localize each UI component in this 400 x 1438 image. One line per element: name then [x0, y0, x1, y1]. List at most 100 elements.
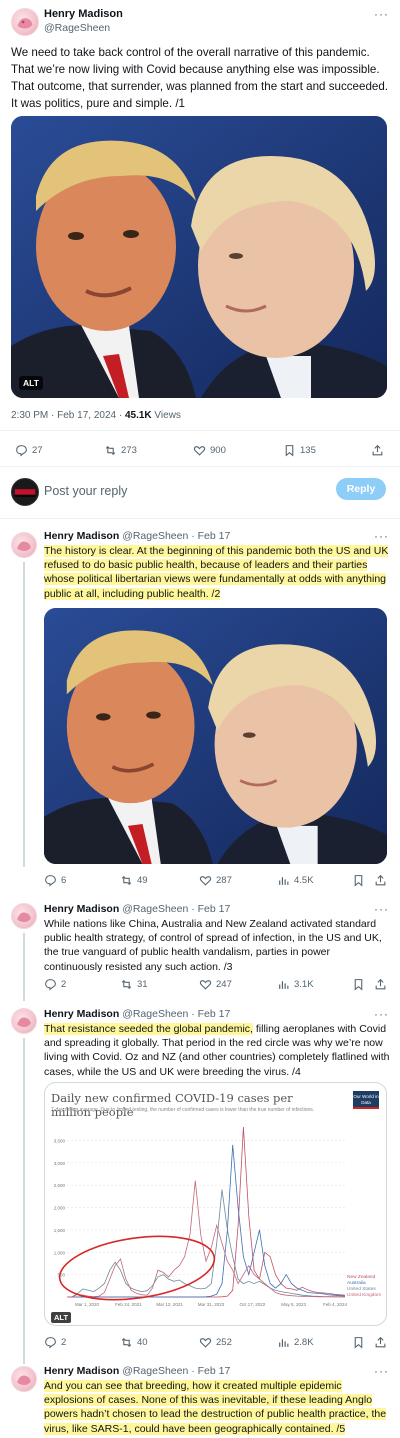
retweet-action[interactable]: 31 — [120, 978, 148, 991]
share-icon — [372, 444, 383, 456]
views-label: Views — [151, 410, 181, 421]
bookmark-action[interactable]: 135 — [283, 444, 316, 457]
more-options-icon[interactable]: ··· — [374, 1364, 389, 1378]
more-options-icon[interactable]: ··· — [374, 529, 389, 543]
bookmark-icon — [285, 445, 294, 457]
heart-icon — [193, 446, 206, 456]
views-icon — [279, 981, 289, 989]
views-icon — [279, 1339, 289, 1347]
bookmark-action[interactable] — [352, 1336, 365, 1349]
reply-icon — [45, 1337, 56, 1349]
reply-author-name[interactable]: Henry Madison — [44, 530, 119, 542]
retweet-icon — [121, 875, 132, 886]
retweet-action[interactable]: 273 — [104, 444, 137, 457]
reply-photo[interactable] — [44, 608, 387, 864]
retweet-action[interactable]: 49 — [120, 874, 148, 887]
retweet-count: 49 — [137, 875, 148, 886]
reply-action[interactable]: 27 — [15, 444, 43, 457]
views-count: 4.5K — [294, 875, 314, 886]
views-action[interactable]: 2.8K — [277, 1336, 314, 1349]
reply-avatar[interactable] — [11, 1366, 37, 1392]
heart-icon — [199, 980, 212, 990]
reply-author-name[interactable]: Henry Madison — [44, 1008, 119, 1020]
retweet-icon — [121, 979, 132, 990]
alt-badge[interactable]: ALT — [19, 376, 43, 390]
retweet-icon — [121, 1337, 132, 1348]
reply-author-handle[interactable]: @RageSheen · Feb 17 — [122, 903, 230, 915]
retweet-count: 31 — [137, 979, 148, 990]
bookmark-icon — [354, 875, 363, 887]
chart-x-tick: Mar 12, 2021 — [156, 1302, 183, 1307]
share-action[interactable] — [374, 978, 387, 991]
reply-action[interactable]: 2 — [44, 978, 66, 991]
heart-icon — [199, 876, 212, 886]
share-action[interactable] — [374, 1336, 387, 1349]
reply-author-handle[interactable]: @RageSheen · Feb 17 — [122, 1365, 230, 1377]
reply-text: That resistance seeded the global pandem… — [44, 1022, 390, 1079]
share-icon — [375, 874, 386, 886]
share-action[interactable] — [371, 444, 384, 457]
views-action[interactable]: 3.1K — [277, 978, 314, 991]
more-options-icon[interactable]: ··· — [374, 1007, 389, 1021]
bookmark-action[interactable] — [352, 874, 365, 887]
reply-author-handle[interactable]: @RageSheen · Feb 17 — [122, 530, 230, 542]
views-action[interactable]: 4.5K — [277, 874, 314, 887]
chart-y-tick: 1,000 — [54, 1250, 66, 1255]
chart-y-tick: 1,500 — [54, 1228, 66, 1233]
chart-x-tick: May 5, 2023 — [281, 1302, 306, 1307]
share-icon — [375, 978, 386, 990]
more-options-icon[interactable]: ··· — [374, 902, 389, 916]
retweet-count: 273 — [121, 445, 137, 456]
like-action[interactable]: 287 — [199, 874, 232, 887]
chart-alt-badge[interactable]: ALT — [51, 1307, 72, 1325]
like-action[interactable]: 247 — [199, 978, 232, 991]
chart-x-tick: Feb 4, 2024 — [323, 1302, 348, 1307]
reply-text-highlighted: The history is clear. At the beginning o… — [44, 545, 389, 600]
reply-input[interactable]: Post your reply — [44, 484, 127, 498]
author-name[interactable]: Henry Madison — [44, 8, 123, 20]
reply-avatar[interactable] — [11, 1008, 37, 1034]
thread-line — [23, 933, 25, 1001]
reply-avatar[interactable] — [11, 903, 37, 929]
reply-action[interactable]: 6 — [44, 874, 66, 887]
thread-line — [23, 1038, 25, 1364]
tweet-timestamp: 2:30 PM · Feb 17, 2024 · 45.1K Views — [11, 410, 181, 421]
reply-header: Henry Madison @RageSheen · Feb 17 — [44, 1008, 230, 1020]
reply-text: While nations like China, Australia and … — [44, 918, 382, 973]
divider — [0, 466, 400, 467]
reply-avatar[interactable] — [11, 532, 37, 558]
chart-card[interactable]: Daily new confirmed COVID-19 cases per m… — [44, 1082, 387, 1326]
chart-y-tick: 3,500 — [54, 1138, 66, 1143]
like-count: 900 — [210, 445, 226, 456]
bookmark-action[interactable] — [352, 978, 365, 991]
reply-button[interactable]: Reply — [336, 478, 386, 500]
tweet-photo[interactable]: ALT — [11, 116, 387, 398]
reply-text-highlighted: And you can see that breeding, how it cr… — [44, 1380, 387, 1435]
alt-badge: ALT — [51, 1312, 72, 1323]
chart-y-tick: 2,500 — [54, 1183, 66, 1188]
chart-x-tick: Feb 24, 2021 — [115, 1302, 142, 1307]
more-options-icon[interactable]: ··· — [374, 7, 389, 21]
reply-icon — [45, 979, 56, 991]
reply-author-name[interactable]: Henry Madison — [44, 1365, 119, 1377]
share-action[interactable] — [374, 874, 387, 887]
reply-header: Henry Madison @RageSheen · Feb 17 — [44, 903, 230, 915]
like-action[interactable]: 900 — [193, 444, 226, 457]
legend-entry: United Kingdom — [347, 1292, 381, 1298]
author-avatar[interactable] — [11, 8, 39, 36]
reply-author-name[interactable]: Henry Madison — [44, 903, 119, 915]
photo-two-men — [11, 116, 387, 398]
like-count: 287 — [216, 875, 232, 886]
reply-author-handle[interactable]: @RageSheen · Feb 17 — [122, 1008, 230, 1020]
author-handle[interactable]: @RageSheen — [44, 22, 110, 34]
photo-two-men — [44, 608, 387, 864]
reply-icon — [45, 875, 56, 887]
reply-header: Henry Madison @RageSheen · Feb 17 — [44, 530, 230, 542]
user-avatar[interactable] — [11, 478, 39, 506]
reply-action[interactable]: 2 — [44, 1336, 66, 1349]
like-action[interactable]: 252 — [199, 1336, 232, 1349]
series-line-united-kingdom — [66, 1180, 345, 1298]
chart-y-tick: 3,000 — [54, 1161, 66, 1166]
retweet-action[interactable]: 40 — [120, 1336, 148, 1349]
chart-y-tick: 500 — [57, 1273, 65, 1278]
